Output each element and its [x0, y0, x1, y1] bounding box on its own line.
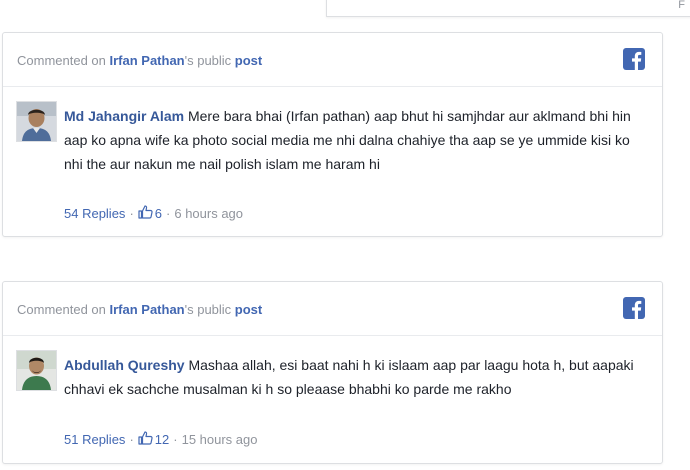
- avatar[interactable]: [16, 101, 57, 142]
- comment-timestamp[interactable]: 15 hours ago: [182, 432, 258, 447]
- post-link[interactable]: post: [235, 53, 262, 68]
- header-divider: [3, 335, 662, 336]
- comment-card: Commented on Irfan Pathan's public post …: [2, 32, 663, 237]
- header-middle: 's public: [184, 53, 235, 68]
- comment-meta: 51 Replies · 12 · 15 hours ago: [64, 431, 258, 448]
- comment-timestamp[interactable]: 6 hours ago: [174, 206, 243, 221]
- header-middle: 's public: [184, 302, 235, 317]
- partial-top-panel-text: F: [678, 0, 685, 11]
- meta-separator: ·: [129, 432, 134, 447]
- like-count: 12: [154, 432, 170, 447]
- facebook-logo-icon[interactable]: [623, 48, 645, 70]
- comment-body: Md Jahangir Alam Mere bara bhai (Irfan p…: [64, 104, 650, 176]
- like-button[interactable]: 6: [138, 205, 162, 222]
- header-divider: [3, 86, 662, 87]
- replies-link[interactable]: 51 Replies: [64, 432, 125, 447]
- header-prefix: Commented on: [17, 302, 110, 317]
- thumbs-up-icon: [138, 431, 155, 448]
- partial-top-panel: F: [326, 0, 690, 17]
- avatar[interactable]: [16, 350, 57, 391]
- meta-separator: ·: [166, 206, 171, 221]
- facebook-logo-icon[interactable]: [623, 297, 645, 319]
- comment-header: Commented on Irfan Pathan's public post: [17, 53, 262, 68]
- comment-card: Commented on Irfan Pathan's public post …: [2, 281, 663, 464]
- comment-author-link[interactable]: Abdullah Qureshy: [64, 357, 185, 373]
- like-button[interactable]: 12: [138, 431, 169, 448]
- like-count: 6: [154, 206, 163, 221]
- meta-separator: ·: [173, 432, 178, 447]
- page-name-link[interactable]: Irfan Pathan: [110, 53, 185, 68]
- page-name-link[interactable]: Irfan Pathan: [110, 302, 185, 317]
- replies-link[interactable]: 54 Replies: [64, 206, 125, 221]
- meta-separator: ·: [129, 206, 134, 221]
- comment-author-link[interactable]: Md Jahangir Alam: [64, 108, 184, 124]
- header-prefix: Commented on: [17, 53, 110, 68]
- post-link[interactable]: post: [235, 302, 262, 317]
- comment-meta: 54 Replies · 6 · 6 hours ago: [64, 205, 243, 222]
- comment-header: Commented on Irfan Pathan's public post: [17, 302, 262, 317]
- thumbs-up-icon: [138, 205, 155, 222]
- comment-body: Abdullah Qureshy Mashaa allah, esi baat …: [64, 353, 650, 401]
